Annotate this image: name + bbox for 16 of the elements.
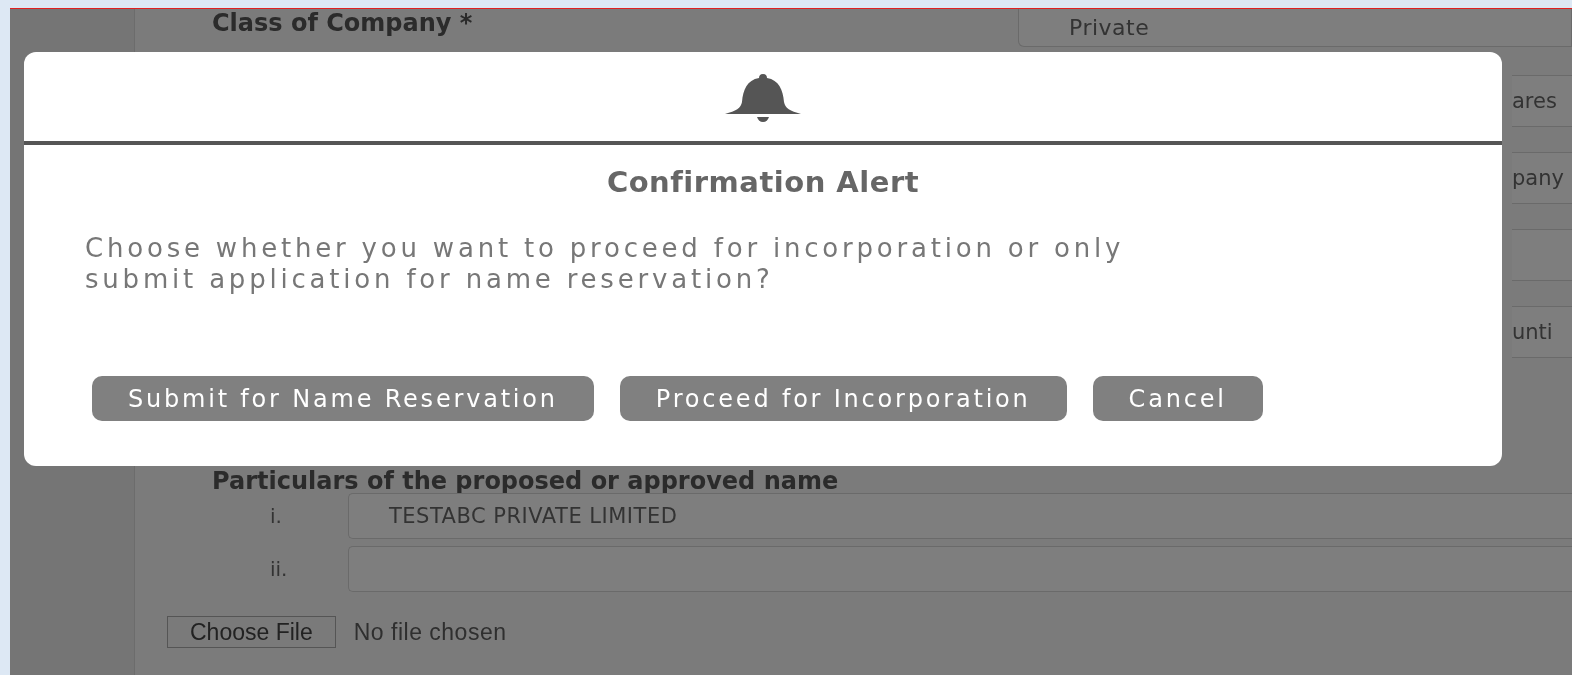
field-label: Class of Company *: [212, 9, 474, 37]
form-field[interactable]: unti: [1512, 306, 1572, 358]
file-status: No file chosen: [353, 618, 507, 646]
section-heading: Particulars of the proposed or approved name: [212, 469, 840, 493]
choose-file-button[interactable]: Choose File: [167, 616, 336, 648]
dialog-button[interactable]: Proceed for Incorporation: [619, 376, 1067, 421]
row-index: i.: [269, 504, 283, 528]
company-class-select[interactable]: Private: [1018, 9, 1572, 47]
row-index: ii.: [269, 557, 289, 581]
dialog-button[interactable]: Cancel: [1092, 376, 1263, 421]
dialog-button[interactable]: Submit for Name Reservation: [92, 376, 594, 421]
dialog-title: Confirmation Alert: [605, 165, 921, 199]
name-field[interactable]: TESTABC PRIVATE LIMITED: [348, 493, 1572, 539]
dialog-message: Choose whether you want to proceed for incorporation or only submit application for name reservation?: [85, 233, 1126, 295]
form-field[interactable]: ares: [1512, 75, 1572, 127]
form-field[interactable]: pany: [1512, 152, 1572, 204]
